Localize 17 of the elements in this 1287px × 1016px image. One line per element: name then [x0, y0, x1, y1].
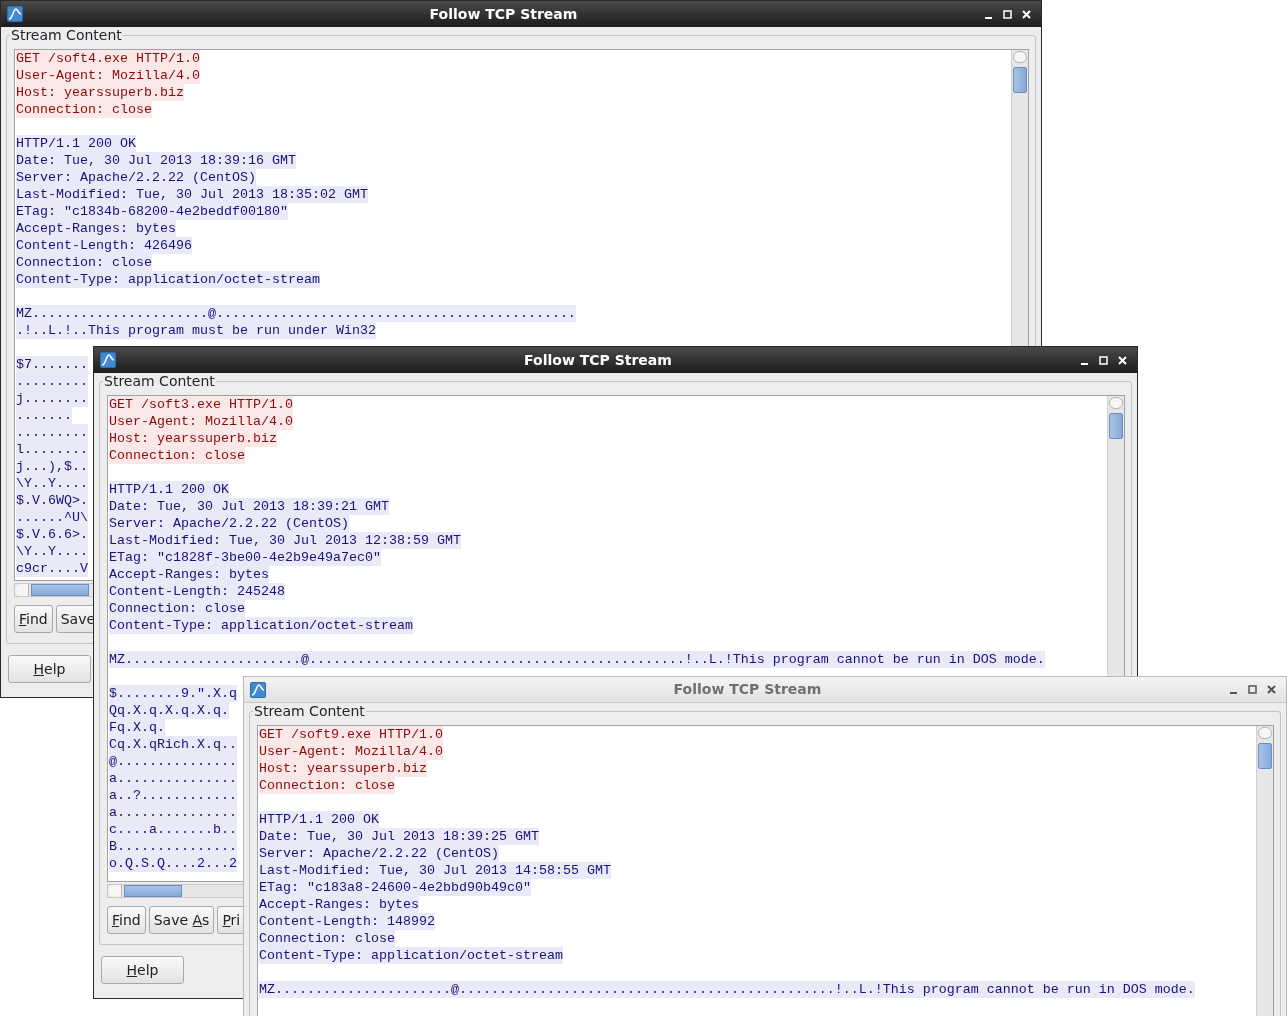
app-icon	[100, 352, 116, 368]
group-label: Stream Content	[253, 703, 366, 719]
window-title: Follow TCP Stream	[523, 350, 673, 370]
dialog-button[interactable]: Save As	[148, 906, 215, 934]
help-button[interactable]: Help	[101, 956, 184, 984]
app-icon	[7, 6, 23, 22]
help-button[interactable]: Help	[8, 655, 91, 683]
group-label: Stream Content	[10, 27, 123, 43]
dialog-button[interactable]: Pri	[217, 906, 246, 934]
window-title: Follow TCP Stream	[672, 680, 823, 699]
group-label: Stream Content	[103, 373, 216, 389]
dialog-button[interactable]: Find	[107, 906, 146, 934]
dialog-button[interactable]: Find	[14, 605, 53, 633]
maximize-icon[interactable]	[1248, 685, 1257, 694]
app-icon	[250, 681, 266, 698]
close-icon[interactable]	[1267, 685, 1276, 694]
window-title: Follow TCP Stream	[428, 4, 579, 24]
